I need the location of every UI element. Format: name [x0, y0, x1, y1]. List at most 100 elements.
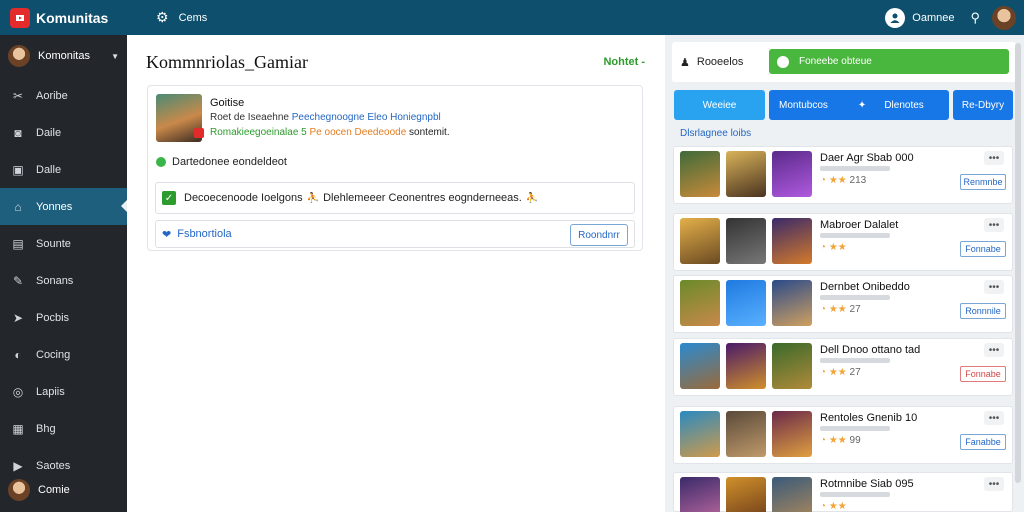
- game-thumbnail[interactable]: [772, 477, 812, 512]
- game-rating: ◔ ★★ 213: [820, 175, 866, 186]
- more-options-icon[interactable]: •••: [984, 280, 1004, 294]
- game-thumbnail[interactable]: [726, 411, 766, 457]
- bag-icon: ▤: [12, 236, 24, 251]
- online-status-button[interactable]: Foneebe obteue: [769, 49, 1009, 74]
- notify-dropdown[interactable]: Nohtet -: [603, 56, 645, 68]
- right-panel: ♟ Rooeelos Foneebe obteue Weeiee Montubc…: [665, 35, 1024, 512]
- game-action-button[interactable]: Fonnabe: [960, 241, 1006, 257]
- grid-icon: ▦: [12, 421, 24, 436]
- avatar[interactable]: [992, 5, 1016, 30]
- more-options-icon[interactable]: •••: [984, 343, 1004, 357]
- game-card[interactable]: Dernbet Onibeddo ◔ ★★ 27 ••• Ronnnile: [673, 275, 1013, 333]
- sidebar-item-daile[interactable]: ◙ Daile: [0, 114, 127, 151]
- post-meta-orange[interactable]: Pe oocen Deedeoode: [310, 127, 407, 138]
- briefcase-icon: ▣: [12, 162, 24, 177]
- game-card[interactable]: Rentoles Gnenib 10 ◔ ★★ 99 ••• Fanabbe: [673, 406, 1013, 464]
- sidebar-item-sonans[interactable]: ✎ Sonans: [0, 262, 127, 299]
- post-meta-green[interactable]: Romakieegoeinalae 5: [210, 127, 307, 138]
- more-options-icon[interactable]: •••: [984, 411, 1004, 425]
- chevron-down-icon: ▼: [111, 51, 119, 61]
- game-thumbnail[interactable]: [726, 218, 766, 264]
- post-author[interactable]: Goitise: [210, 97, 244, 109]
- game-title[interactable]: Rotmnibe Siab 095: [820, 478, 914, 490]
- game-title[interactable]: Dernbet Onibeddo: [820, 281, 910, 293]
- star-icon: ◔ ★★: [820, 175, 850, 186]
- status-row: Dartedonee eondeldeot: [156, 156, 287, 168]
- game-thumbnail[interactable]: [772, 218, 812, 264]
- brand-logo-icon[interactable]: [10, 7, 30, 28]
- tools-icon: ✂: [12, 88, 24, 103]
- right-panel-header: ♟ Rooeelos Foneebe obteue: [672, 42, 1016, 82]
- reply-label: Fsbnortiola: [177, 228, 232, 240]
- game-card[interactable]: Dell Dnoo ottano tad ◔ ★★ 27 ••• Fonnabe: [673, 338, 1013, 396]
- online-icon: [777, 55, 789, 68]
- game-thumbnail[interactable]: [726, 343, 766, 389]
- post-meta-tail: sontemit.: [409, 127, 450, 138]
- game-thumbnail[interactable]: [772, 151, 812, 197]
- game-title[interactable]: Mabroer Dalalet: [820, 219, 898, 231]
- sidebar-item-cocing[interactable]: ◐ Cocing: [0, 336, 127, 373]
- game-title[interactable]: Rentoles Gnenib 10: [820, 412, 917, 424]
- user-menu-button[interactable]: Oamnee: [885, 7, 954, 28]
- game-thumbnail[interactable]: [726, 151, 766, 197]
- reply-row[interactable]: ❤ Fsbnortiola Roondnrr: [155, 220, 635, 248]
- tab-2[interactable]: Montubcos ✦ Dlenotes: [769, 90, 949, 120]
- sidebar-item-bhg[interactable]: ▦ Bhg: [0, 410, 127, 447]
- game-action-button[interactable]: Ronnnile: [960, 303, 1006, 319]
- game-thumbnail[interactable]: [680, 218, 720, 264]
- star-icon: ◔ ★★: [820, 501, 847, 512]
- post-desc-link[interactable]: Peechegnoogne Eleo Honiegnpbl: [292, 112, 441, 123]
- filter-label[interactable]: Dlsrlagnee loibs: [680, 128, 751, 139]
- sidebar-bottom-user[interactable]: Comie: [0, 478, 127, 502]
- game-action-button[interactable]: Renmnbe: [960, 174, 1006, 190]
- game-card[interactable]: Mabroer Dalalet ◔ ★★ ••• Fonnabe: [673, 213, 1013, 271]
- sidebar-item-sounte[interactable]: ▤ Sounte: [0, 225, 127, 262]
- avatar: [8, 479, 30, 501]
- main-content: Kommnriolas_Gamiar Nohtet - Goitise Roet…: [127, 35, 665, 512]
- gear-icon[interactable]: ⚙: [156, 9, 169, 26]
- game-card[interactable]: Daer Agr Sbab 000 ◔ ★★ 213 ••• Renmnbe: [673, 146, 1013, 204]
- tab-4[interactable]: Re-Dbyry: [953, 90, 1013, 120]
- game-action-button[interactable]: Fonnabe: [960, 366, 1006, 382]
- game-card[interactable]: Rotmnibe Siab 095 ◔ ★★ •••: [673, 472, 1013, 512]
- game-title[interactable]: Daer Agr Sbab 000: [820, 152, 914, 164]
- reply-button[interactable]: Roondnrr: [570, 224, 628, 246]
- butterfly-icon: ✦: [857, 99, 867, 111]
- game-action-button[interactable]: Fanabbe: [960, 434, 1006, 450]
- game-rating: ◔ ★★: [820, 242, 847, 253]
- sidebar-item-lapiis[interactable]: ◎ Lapiis: [0, 373, 127, 410]
- check-text-1: Decoecenoode Ioelgons: [184, 192, 303, 204]
- scrollbar[interactable]: [1015, 43, 1021, 483]
- game-thumbnail[interactable]: [680, 477, 720, 512]
- sidebar-user[interactable]: Komonitas ▼: [0, 35, 127, 77]
- checkbox-row[interactable]: ✓ Decoecenoode Ioelgons ⛹ Dlehlemeeer Ce…: [155, 182, 635, 214]
- game-thumbnail[interactable]: [772, 411, 812, 457]
- game-thumbnail[interactable]: [680, 343, 720, 389]
- game-title[interactable]: Dell Dnoo ottano tad: [820, 344, 920, 356]
- more-options-icon[interactable]: •••: [984, 151, 1004, 165]
- game-thumbnail[interactable]: [726, 280, 766, 326]
- checkmark-icon[interactable]: ✓: [162, 191, 176, 205]
- online-label: Foneebe obteue: [799, 56, 872, 67]
- sidebar-bottom-label: Comie: [38, 484, 70, 496]
- sidebar-item-aoribe[interactable]: ✂ Aoribe: [0, 77, 127, 114]
- game-thumbnail[interactable]: [680, 411, 720, 457]
- top-nav-link[interactable]: Cems: [179, 12, 208, 24]
- game-thumbnail[interactable]: [772, 280, 812, 326]
- person-icon: ⛹: [525, 192, 539, 204]
- sidebar-item-label: Sounte: [36, 237, 71, 250]
- sidebar-item-pocbis[interactable]: ➤ Pocbis: [0, 299, 127, 336]
- more-options-icon[interactable]: •••: [984, 218, 1004, 232]
- game-thumbnail[interactable]: [772, 343, 812, 389]
- search-icon[interactable]: ⚲: [970, 10, 980, 26]
- brand-name[interactable]: Komunitas: [36, 10, 136, 26]
- game-thumbnail[interactable]: [680, 280, 720, 326]
- sidebar-item-dalle[interactable]: ▣ Dalle: [0, 151, 127, 188]
- camera-icon: ◙: [14, 125, 22, 140]
- game-thumbnail[interactable]: [726, 477, 766, 512]
- game-thumbnail[interactable]: [680, 151, 720, 197]
- sidebar-item-yonnes[interactable]: ⌂ Yonnes: [0, 188, 127, 225]
- tab-1[interactable]: Weeiee: [674, 90, 765, 120]
- more-options-icon[interactable]: •••: [984, 477, 1004, 491]
- sidebar-item-label: Bhg: [36, 422, 56, 435]
